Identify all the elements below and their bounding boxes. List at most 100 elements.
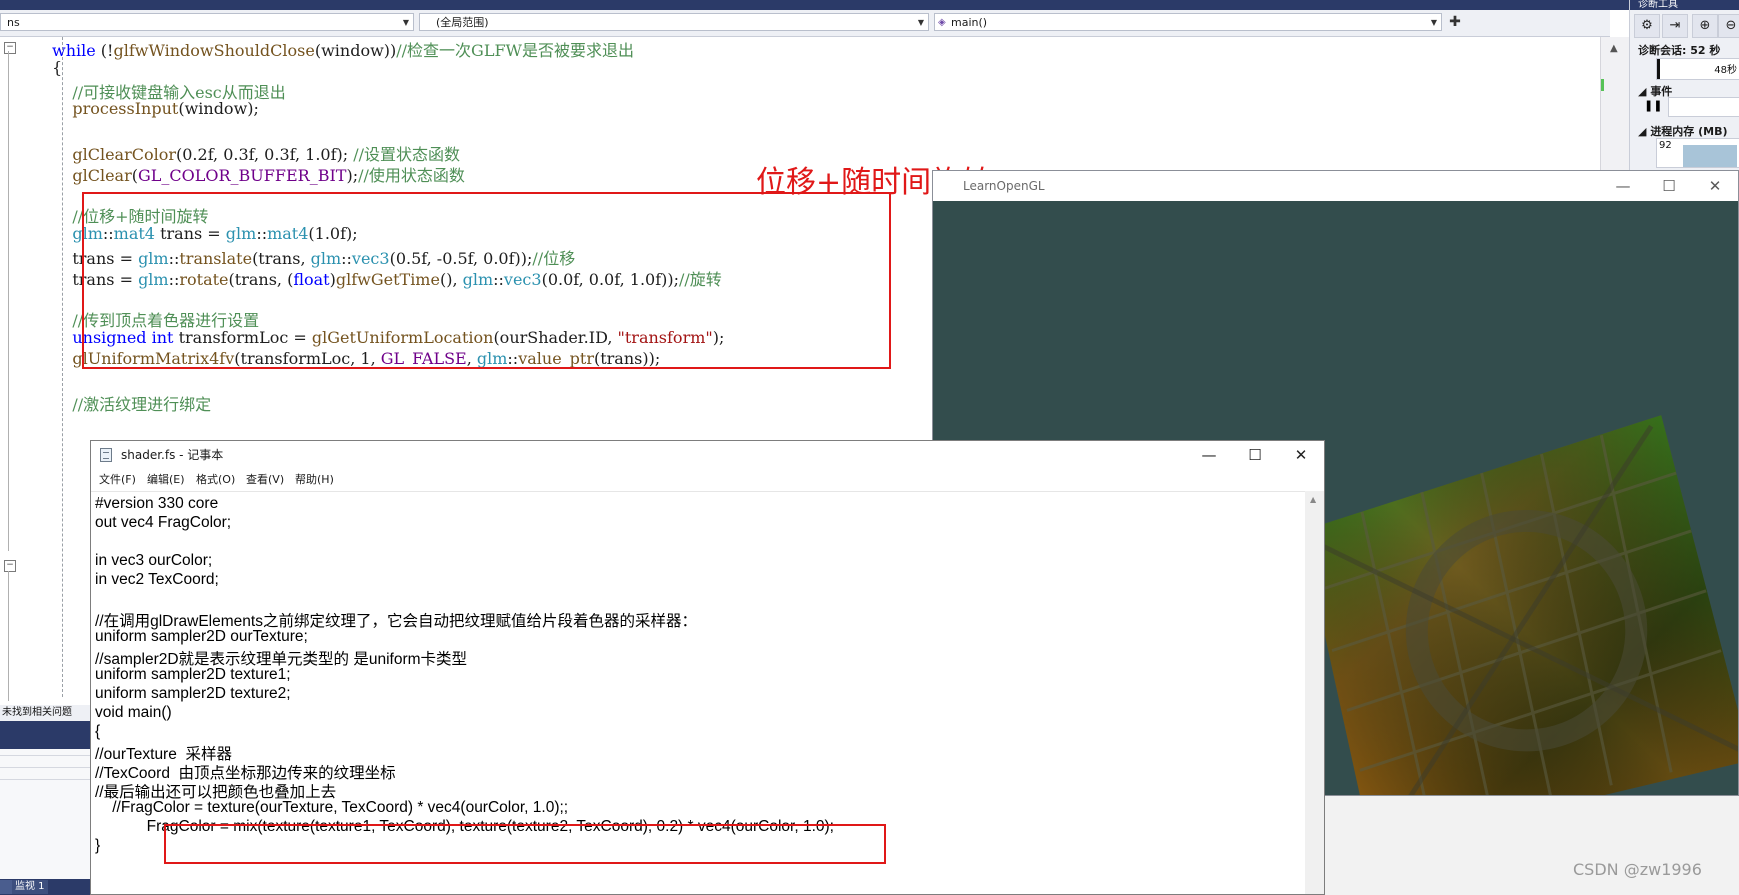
outline-guide xyxy=(8,51,9,551)
project-dropdown-value: ns xyxy=(7,16,20,29)
vs-title-strip xyxy=(0,0,1629,10)
pause-icon[interactable]: ❚❚ xyxy=(1644,99,1662,112)
code-token: glfwWindowShouldClose xyxy=(113,41,315,60)
code-line: //激活纹理进行绑定 xyxy=(52,391,211,415)
project-dropdown[interactable]: ns ▼ xyxy=(0,13,414,31)
dropdown-arrow-icon: ▼ xyxy=(402,18,409,27)
timeline-marker xyxy=(1657,59,1660,79)
code-line: processInput(window); xyxy=(52,99,259,118)
notepad-text-line: uniform sampler2D texture2; xyxy=(95,685,291,702)
close-icon[interactable]: ✕ xyxy=(1278,441,1324,469)
code-token: //检查一次GLFW是否被要求退出 xyxy=(396,41,635,60)
collapse-triangle-icon[interactable]: ◢ xyxy=(1638,85,1646,98)
notepad-text-line: in vec2 TexCoord; xyxy=(95,571,219,588)
diagnostics-session-label: 诊断会话: 52 秒 xyxy=(1638,44,1721,57)
panel-tab-strip xyxy=(0,721,100,749)
notepad-text-line: uniform sampler2D ourTexture; xyxy=(95,628,308,645)
scroll-up-arrow-icon[interactable]: ▲ xyxy=(1310,495,1316,504)
collapse-toggle-icon[interactable]: − xyxy=(4,560,16,572)
events-track xyxy=(1668,97,1739,117)
bottom-tab-bar: 监视 1 xyxy=(0,879,100,895)
panel-divider xyxy=(0,779,100,780)
zoom-out-icon[interactable]: ⊖ xyxy=(1718,14,1739,38)
code-line: { xyxy=(52,58,62,77)
notepad-scrollbar[interactable]: ▲ xyxy=(1305,491,1324,894)
editor-scrollbar[interactable]: ▲ xyxy=(1600,37,1630,177)
code-line: glClear(GL_COLOR_BUFFER_BIT);//使用状态函数 xyxy=(52,162,465,186)
menu-edit[interactable]: 编辑(E) xyxy=(143,469,189,491)
watermark: CSDN @zw1996 xyxy=(1573,860,1702,879)
scope-dropdown[interactable]: (全局范围) ▼ xyxy=(419,13,929,31)
code-token: { xyxy=(52,57,63,77)
minimize-icon[interactable]: — xyxy=(1186,441,1232,469)
menu-file[interactable]: 文件(F) xyxy=(95,469,140,491)
notepad-text-line: void main() xyxy=(95,704,172,721)
notepad-text-line: out vec4 FragColor; xyxy=(95,514,232,531)
notepad-text-line: in vec3 ourColor; xyxy=(95,552,213,569)
desktop-background-strip xyxy=(1325,796,1739,895)
notepad-titlebar[interactable]: shader.fs - 记事本 — ☐ ✕ xyxy=(91,441,1324,469)
code-token: processInput xyxy=(72,99,179,119)
code-token: (! xyxy=(95,41,114,60)
transform-code-highlight xyxy=(82,192,891,369)
member-dropdown[interactable]: ◈ main() ▼ xyxy=(934,13,1442,31)
member-dropdown-value: main() xyxy=(951,16,988,29)
scope-dropdown-value: (全局范围) xyxy=(436,16,489,29)
minimize-icon[interactable]: — xyxy=(1600,171,1646,201)
code-token: (window); xyxy=(178,99,259,119)
notepad-window[interactable]: shader.fs - 记事本 — ☐ ✕ 文件(F) 编辑(E) 格式(O) … xyxy=(90,440,1325,895)
memory-section-label: ◢ 进程内存 (MB) xyxy=(1638,123,1728,139)
menu-view[interactable]: 查看(V) xyxy=(242,469,288,491)
menu-format[interactable]: 格式(O) xyxy=(192,469,239,491)
maximize-icon[interactable]: ☐ xyxy=(1646,171,1692,201)
zoom-in-icon[interactable]: ⊕ xyxy=(1692,14,1718,38)
scroll-up-arrow-icon[interactable]: ▲ xyxy=(1610,43,1618,54)
output-panel xyxy=(0,749,100,879)
notepad-text-area[interactable]: #version 330 core out vec4 FragColor; in v… xyxy=(91,491,1305,894)
code-line: while (!glfwWindowShouldClose(window))//… xyxy=(52,37,634,61)
memory-graph-fill xyxy=(1683,145,1737,167)
code-token: glClear xyxy=(72,165,132,185)
notepad-text-line: //FragColor = texture(ourTexture, TexCoo… xyxy=(95,799,569,816)
change-marker xyxy=(1601,79,1604,91)
notepad-title: shader.fs - 记事本 xyxy=(121,448,224,462)
notepad-text-line: } xyxy=(95,837,101,854)
notepad-text-line: { xyxy=(95,723,101,740)
diagnostics-title: 诊断工具 xyxy=(1630,0,1739,10)
tab-watch-1[interactable]: 监视 1 xyxy=(12,880,48,894)
opengl-window-title: LearnOpenGL xyxy=(963,179,1045,193)
memory-label: 进程内存 (MB) xyxy=(1650,125,1728,138)
code-token: GL_COLOR_BUFFER_BIT xyxy=(137,165,347,185)
code-token: //激活纹理进行绑定 xyxy=(52,394,212,414)
method-icon: ◈ xyxy=(938,17,946,28)
opengl-titlebar[interactable]: LearnOpenGL — ☐ ✕ xyxy=(933,171,1738,201)
outline-guide xyxy=(8,571,9,701)
collapse-triangle-icon[interactable]: ◢ xyxy=(1638,125,1646,138)
textured-quad xyxy=(1302,415,1738,795)
panel-divider xyxy=(0,767,100,768)
menu-help[interactable]: 帮助(H) xyxy=(291,469,338,491)
diagnostics-panel: 诊断工具 ⚙ ⇥ ⊕ ⊖ 诊断会话: 52 秒 48秒 ◢ 事件 ❚❚ ◢ 进程… xyxy=(1629,0,1739,175)
fragcolor-line-highlight xyxy=(164,824,886,864)
notepad-menubar: 文件(F) 编辑(E) 格式(O) 查看(V) 帮助(H) xyxy=(91,469,1324,491)
timeline-time-label: 48秒 xyxy=(1714,65,1737,76)
code-token: //使用状态函数 xyxy=(358,165,465,185)
vs-navigation-bar: ns ▼ (全局范围) ▼ ◈ main() ▼ ✚ xyxy=(0,10,1610,37)
error-list-status: 未找到相关问题 xyxy=(0,705,100,721)
settings-gear-icon[interactable]: ⚙ xyxy=(1634,14,1660,38)
code-token: (window)) xyxy=(314,41,397,60)
split-editor-icon[interactable]: ✚ xyxy=(1446,13,1464,31)
dropdown-arrow-icon: ▼ xyxy=(917,18,924,27)
collapse-toggle-icon[interactable]: − xyxy=(4,42,16,54)
timeline-track[interactable]: 48秒 xyxy=(1656,58,1739,80)
close-icon[interactable]: ✕ xyxy=(1692,171,1738,201)
maximize-icon[interactable]: ☐ xyxy=(1232,441,1278,469)
export-icon[interactable]: ⇥ xyxy=(1662,14,1688,38)
notepad-icon xyxy=(100,448,112,462)
notepad-text-line: uniform sampler2D texture1; xyxy=(95,666,291,683)
